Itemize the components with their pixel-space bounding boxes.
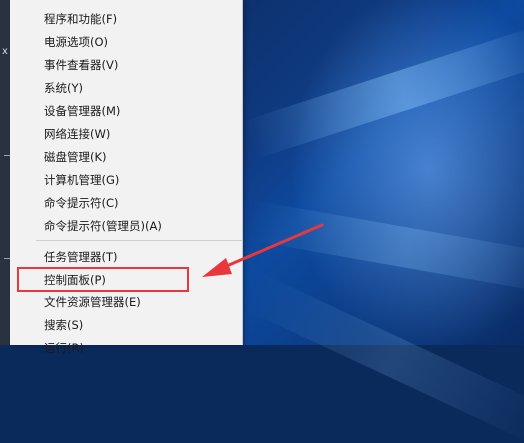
annotation-arrow-icon bbox=[202, 223, 324, 277]
